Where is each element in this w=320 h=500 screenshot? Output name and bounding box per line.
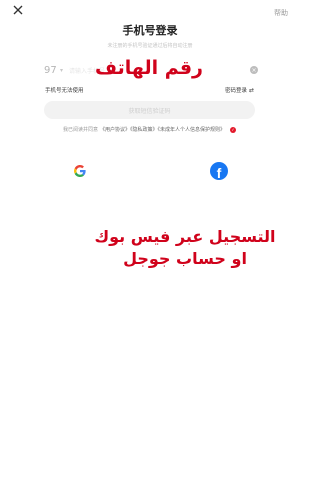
close-icon <box>13 5 23 15</box>
facebook-login-button[interactable]: f <box>210 162 228 181</box>
submit-button[interactable]: 获取短信验证码 <box>44 101 255 119</box>
password-login-label: 密码登录 <box>224 88 247 94</box>
swap-icon: ⇄ <box>248 86 254 94</box>
facebook-icon: f <box>216 164 222 181</box>
terms-links[interactable]: 《用户协议》《隐私政策》《未成年人个人信息保护规则》 <box>100 126 225 133</box>
clear-icon[interactable]: × <box>250 66 258 74</box>
help-link[interactable]: 帮助 <box>274 8 288 18</box>
phone-annotation: رقم الهاتف <box>95 57 203 79</box>
social-annotation: التسجيل عبر فيس بوك او حساب جوجل <box>0 226 300 270</box>
close-button[interactable] <box>10 2 26 18</box>
page-title: 手机号登录 <box>122 24 178 37</box>
annotation-line-2: او حساب جوجل <box>123 249 247 268</box>
google-icon <box>74 165 86 177</box>
checkbox-icon[interactable]: ✓ <box>230 126 237 133</box>
password-login-link[interactable]: 密码登录 ⇄ <box>224 86 254 95</box>
no-phone-link[interactable]: 手机号无法使用 <box>45 86 84 94</box>
page-subtitle: 未注册的手机号验证通过后将自动注册 <box>107 43 193 49</box>
terms-agreement: 我已阅读并同意 《用户协议》《隐私政策》《未成年人个人信息保护规则》 ✓ <box>63 126 237 133</box>
google-login-button[interactable] <box>72 163 88 179</box>
chevron-down-icon: ▾ <box>60 66 64 74</box>
terms-prefix: 我已阅读并同意 <box>63 127 99 133</box>
annotation-line-1: التسجيل عبر فيس بوك <box>94 227 276 246</box>
